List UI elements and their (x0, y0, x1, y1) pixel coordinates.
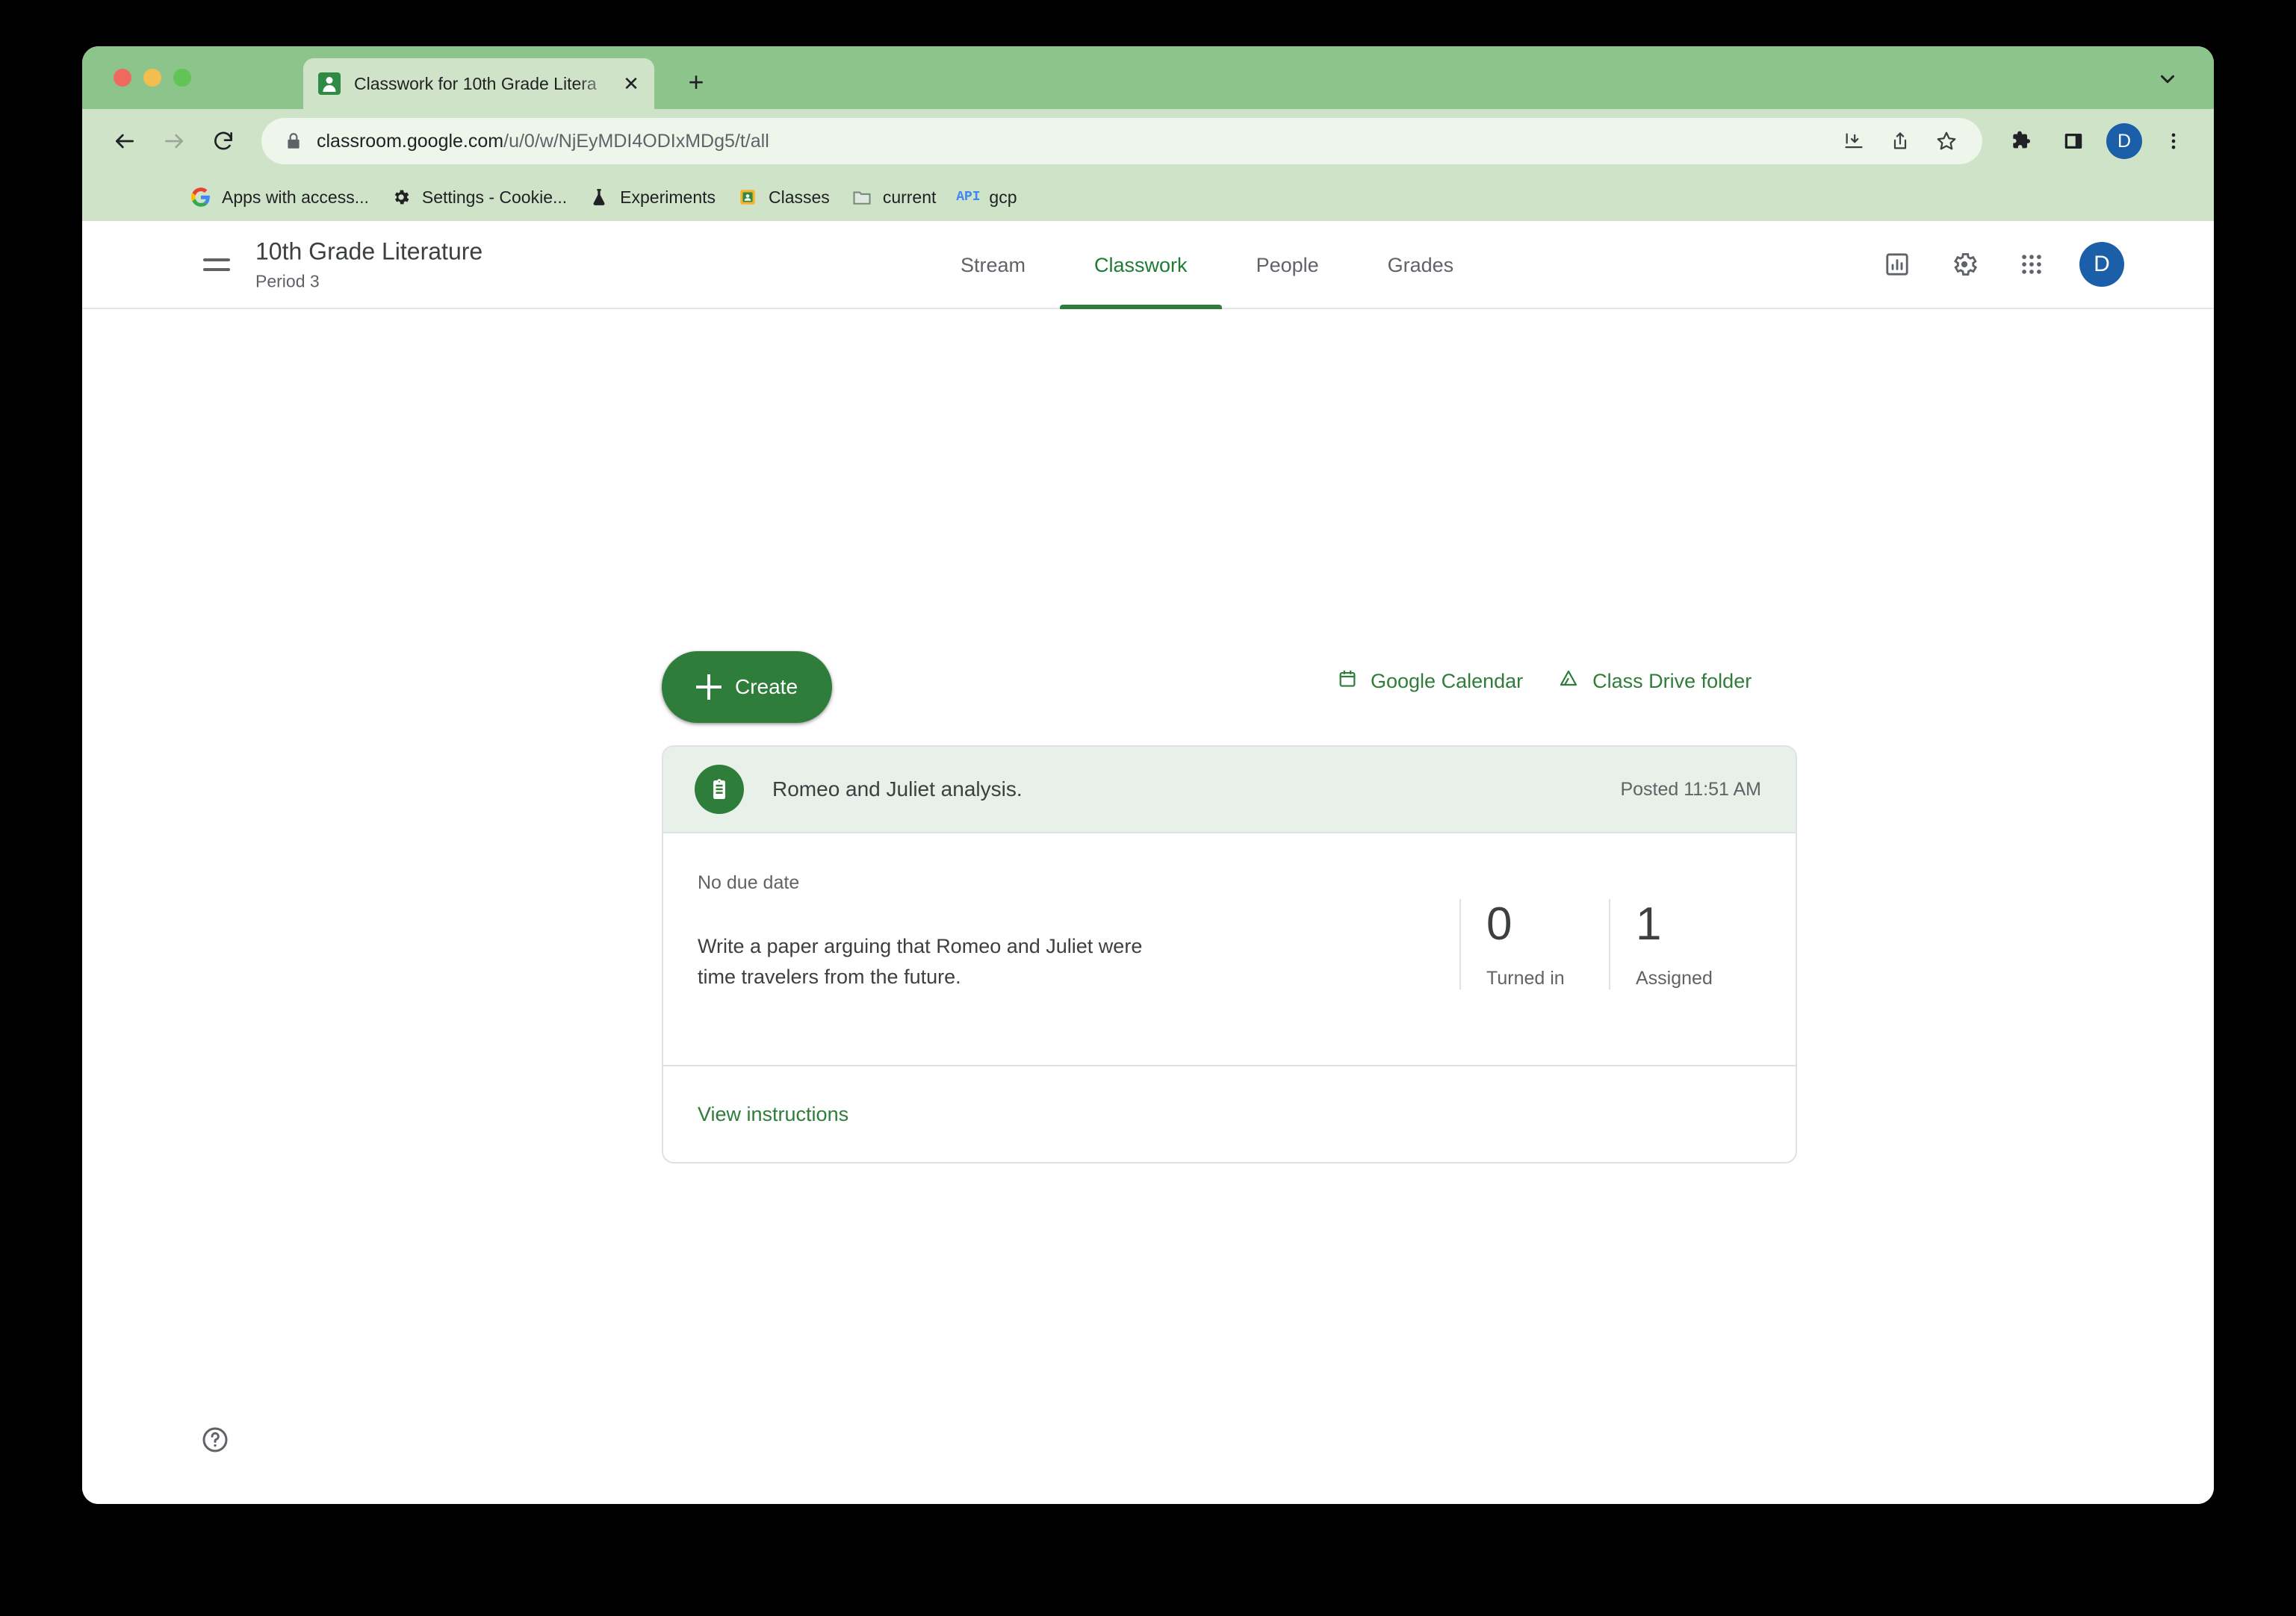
assignment-card-header[interactable]: Romeo and Juliet analysis. Posted 11:51 … (663, 747, 1796, 833)
url-path: /u/0/w/NjEyMDI4ODIxMDg5/t/all (503, 130, 769, 152)
browser-profile-avatar[interactable]: D (2106, 123, 2142, 159)
minimize-window-button[interactable] (143, 69, 161, 87)
insights-chart-icon[interactable] (1878, 245, 1917, 284)
assignment-card-footer: View instructions (663, 1066, 1796, 1162)
browser-tab-strip: Classwork for 10th Grade Litera ✕ + (82, 46, 2214, 109)
bookmark-gcp[interactable]: API gcp (946, 180, 1027, 214)
bookmark-label: Settings - Cookie... (421, 187, 568, 207)
browser-tab-title: Classwork for 10th Grade Litera (354, 73, 597, 93)
stat-value: 0 (1486, 898, 1512, 950)
tab-grades[interactable]: Grades (1353, 221, 1489, 309)
assignment-card-body: No due date Write a paper arguing that R… (663, 833, 1796, 1066)
avatar[interactable]: D (2079, 242, 2124, 287)
assignment-posted-time: Posted 11:51 AM (1620, 778, 1761, 800)
apps-grid-icon[interactable] (2012, 245, 2051, 284)
assignment-clipboard-icon (695, 765, 744, 814)
window-traffic-lights (114, 69, 191, 87)
classroom-header: 10th Grade Literature Period 3 Stream Cl… (82, 221, 2214, 309)
view-instructions-link[interactable]: View instructions (698, 1103, 848, 1126)
browser-toolbar: classroom.google.com/u/0/w/NjEyMDI4ODIxM… (82, 109, 2214, 173)
plus-icon (695, 674, 722, 700)
stat-label: Turned in (1486, 968, 1565, 989)
url-domain: classroom.google.com (317, 130, 504, 152)
class-drive-folder-label: Class Drive folder (1592, 670, 1752, 692)
bookmark-current[interactable]: current (840, 180, 947, 214)
api-icon: API (956, 190, 981, 205)
maximize-window-button[interactable] (173, 69, 191, 87)
assignment-due-date: No due date (698, 872, 800, 893)
assignment-stats: 0 Turned in 1 Assigned (1459, 898, 1758, 990)
side-panel-icon[interactable] (2053, 120, 2094, 162)
reload-icon[interactable] (202, 119, 245, 163)
share-icon[interactable] (1881, 122, 1920, 161)
bookmark-label: gcp (989, 187, 1017, 207)
page-title: 10th Grade Literature (255, 237, 483, 265)
calendar-icon (1337, 668, 1358, 694)
classwork-header-links: Google Calendar Class Drive folder (1337, 668, 1752, 695)
tab-people[interactable]: People (1222, 221, 1353, 309)
bookmark-settings-cookie[interactable]: Settings - Cookie... (379, 180, 577, 214)
tab-stream[interactable]: Stream (926, 221, 1060, 309)
bookmark-label: current (882, 187, 937, 207)
stat-value: 1 (1636, 898, 1662, 950)
address-bar[interactable]: classroom.google.com/u/0/w/NjEyMDI4ODIxM… (261, 118, 1982, 164)
lock-icon (284, 131, 303, 151)
gear-icon[interactable] (1945, 245, 1984, 284)
flask-icon (588, 186, 610, 208)
class-drive-folder-link[interactable]: Class Drive folder (1557, 668, 1752, 695)
google-classroom-icon (736, 186, 759, 208)
stat-label: Assigned (1636, 968, 1713, 989)
new-tab-button[interactable]: + (680, 66, 713, 99)
bookmarks-bar: Apps with access... Settings - Cookie...… (82, 173, 2214, 221)
assignment-description: Write a paper arguing that Romeo and Jul… (698, 935, 1143, 988)
assignment-card[interactable]: Romeo and Juliet analysis. Posted 11:51 … (662, 745, 1797, 1163)
google-g-icon (190, 186, 212, 208)
google-calendar-link[interactable]: Google Calendar (1337, 668, 1523, 694)
classroom-tabs: Stream Classwork People Grades (926, 221, 1488, 309)
bookmark-label: Classes (769, 187, 830, 207)
browser-tab[interactable]: Classwork for 10th Grade Litera ✕ (303, 58, 654, 109)
bookmark-label: Apps with access... (222, 187, 369, 207)
tab-classwork[interactable]: Classwork (1060, 221, 1222, 309)
back-arrow-icon[interactable] (103, 119, 146, 163)
browser-window: Classwork for 10th Grade Litera ✕ + clas… (82, 46, 2214, 1504)
class-section-label: Period 3 (255, 271, 320, 291)
star-icon[interactable] (1927, 122, 1966, 161)
gear-icon (390, 186, 412, 208)
create-button-label: Create (734, 675, 798, 698)
address-bar-url: classroom.google.com/u/0/w/NjEyMDI4ODIxM… (317, 131, 1827, 152)
close-icon[interactable]: ✕ (618, 71, 644, 96)
help-question-icon[interactable] (196, 1420, 235, 1459)
chevron-down-icon[interactable] (2153, 64, 2182, 94)
three-dot-menu-icon[interactable] (2153, 120, 2194, 162)
bookmark-label: Experiments (620, 187, 716, 207)
assignment-title: Romeo and Juliet analysis. (772, 777, 1023, 801)
classwork-content: Create Google Calendar Class Drive folde… (82, 309, 2214, 1504)
google-classroom-favicon (318, 72, 341, 95)
bookmark-apps-with-access[interactable]: Apps with access... (179, 180, 379, 214)
stat-assigned[interactable]: 1 Assigned (1609, 898, 1758, 990)
stat-turned-in[interactable]: 0 Turned in (1459, 898, 1609, 990)
bookmark-classes[interactable]: Classes (726, 180, 840, 214)
drive-icon (1557, 668, 1580, 695)
close-window-button[interactable] (114, 69, 131, 87)
google-calendar-label: Google Calendar (1371, 670, 1524, 692)
page-viewport: 10th Grade Literature Period 3 Stream Cl… (82, 221, 2214, 1504)
hamburger-menu-icon[interactable] (196, 243, 238, 285)
puzzle-piece-icon[interactable] (2000, 120, 2042, 162)
install-app-icon[interactable] (1834, 122, 1873, 161)
folder-icon (851, 186, 873, 208)
bookmark-experiments[interactable]: Experiments (577, 180, 726, 214)
forward-arrow-icon[interactable] (152, 119, 196, 163)
create-button[interactable]: Create (662, 651, 832, 723)
classroom-header-actions: D (1878, 242, 2124, 287)
class-title-block[interactable]: 10th Grade Literature Period 3 (255, 237, 483, 291)
